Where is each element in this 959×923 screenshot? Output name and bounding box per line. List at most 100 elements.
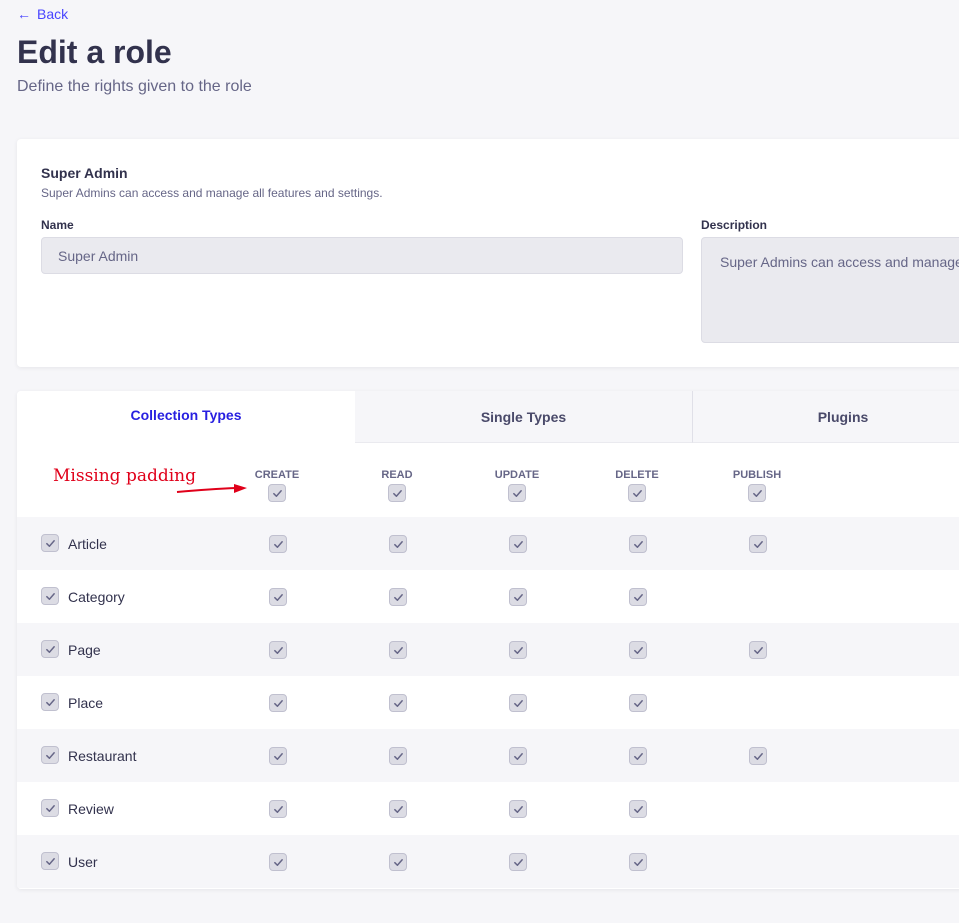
- check-icon: [393, 540, 403, 548]
- row-select-checkbox[interactable]: [41, 587, 59, 605]
- select-all-delete-checkbox[interactable]: [628, 484, 646, 502]
- create-checkbox[interactable]: [269, 694, 287, 712]
- row-select-checkbox[interactable]: [41, 640, 59, 658]
- row-label: Place: [68, 694, 104, 711]
- create-checkbox[interactable]: [269, 853, 287, 871]
- select-all-publish-checkbox[interactable]: [748, 484, 766, 502]
- row-label: Restaurant: [68, 747, 137, 764]
- column-header-update: UPDATE: [494, 469, 540, 481]
- table-row: User: [17, 835, 959, 888]
- row-select-checkbox[interactable]: [41, 746, 59, 764]
- table-row: Category: [17, 570, 959, 623]
- check-icon: [393, 752, 403, 760]
- check-icon: [513, 858, 523, 866]
- read-checkbox[interactable]: [389, 694, 407, 712]
- read-checkbox[interactable]: [389, 535, 407, 553]
- row-select-checkbox[interactable]: [41, 693, 59, 711]
- column-header-create: CREATE: [254, 469, 300, 481]
- check-icon: [393, 858, 403, 866]
- row-select-checkbox[interactable]: [41, 852, 59, 870]
- update-checkbox[interactable]: [509, 800, 527, 818]
- check-icon: [273, 752, 283, 760]
- check-icon: [633, 699, 643, 707]
- check-icon: [633, 752, 643, 760]
- publish-checkbox[interactable]: [749, 747, 767, 765]
- create-checkbox[interactable]: [269, 747, 287, 765]
- select-all-create-checkbox[interactable]: [268, 484, 286, 502]
- role-info-card: Super Admin Super Admins can access and …: [17, 139, 959, 367]
- update-checkbox[interactable]: [509, 694, 527, 712]
- delete-checkbox[interactable]: [629, 588, 647, 606]
- delete-checkbox[interactable]: [629, 535, 647, 553]
- tab-plugins[interactable]: Plugins: [693, 391, 959, 443]
- check-icon: [632, 489, 642, 497]
- update-checkbox[interactable]: [509, 588, 527, 606]
- check-icon: [273, 593, 283, 601]
- delete-checkbox[interactable]: [629, 800, 647, 818]
- check-icon: [393, 699, 403, 707]
- check-icon: [752, 489, 762, 497]
- check-icon: [45, 751, 55, 759]
- check-icon: [272, 489, 282, 497]
- publish-checkbox[interactable]: [749, 535, 767, 553]
- role-description-text: Super Admins can access and manage all f…: [41, 186, 383, 200]
- back-link[interactable]: ← Back: [17, 6, 68, 22]
- delete-checkbox[interactable]: [629, 853, 647, 871]
- select-all-update-checkbox[interactable]: [508, 484, 526, 502]
- table-row: Article: [17, 517, 959, 570]
- page-title: Edit a role: [17, 34, 172, 70]
- row-label: Article: [68, 535, 107, 552]
- back-label: Back: [37, 6, 69, 22]
- read-checkbox[interactable]: [389, 853, 407, 871]
- role-name-heading: Super Admin: [41, 165, 128, 181]
- annotation-arrow-icon: [176, 484, 247, 493]
- read-checkbox[interactable]: [389, 747, 407, 765]
- update-checkbox[interactable]: [509, 853, 527, 871]
- publish-checkbox[interactable]: [749, 641, 767, 659]
- check-icon: [45, 857, 55, 865]
- check-icon: [45, 804, 55, 812]
- check-icon: [45, 592, 55, 600]
- check-icon: [513, 540, 523, 548]
- create-checkbox[interactable]: [269, 641, 287, 659]
- check-icon: [273, 805, 283, 813]
- check-icon: [513, 805, 523, 813]
- arrow-left-icon: ←: [17, 6, 31, 22]
- read-checkbox[interactable]: [389, 588, 407, 606]
- check-icon: [392, 489, 402, 497]
- row-select-checkbox[interactable]: [41, 534, 59, 552]
- delete-checkbox[interactable]: [629, 641, 647, 659]
- check-icon: [273, 646, 283, 654]
- create-checkbox[interactable]: [269, 535, 287, 553]
- check-icon: [393, 805, 403, 813]
- page-subtitle: Define the rights given to the role: [17, 78, 252, 95]
- description-textarea[interactable]: Super Admins can access and manage all f…: [701, 237, 959, 343]
- table-row: Place: [17, 676, 959, 729]
- tab-single-types[interactable]: Single Types: [355, 391, 693, 443]
- name-input[interactable]: Super Admin: [41, 237, 683, 274]
- tab-collection-types[interactable]: Collection Types: [17, 391, 355, 443]
- update-checkbox[interactable]: [509, 641, 527, 659]
- column-header-publish: PUBLISH: [732, 469, 782, 481]
- check-icon: [45, 698, 55, 706]
- update-checkbox[interactable]: [509, 535, 527, 553]
- check-icon: [633, 858, 643, 866]
- read-checkbox[interactable]: [389, 800, 407, 818]
- column-header-read: READ: [381, 469, 413, 481]
- delete-checkbox[interactable]: [629, 694, 647, 712]
- row-select-checkbox[interactable]: [41, 799, 59, 817]
- select-all-read-checkbox[interactable]: [388, 484, 406, 502]
- create-checkbox[interactable]: [269, 800, 287, 818]
- create-checkbox[interactable]: [269, 588, 287, 606]
- check-icon: [273, 858, 283, 866]
- check-icon: [512, 489, 522, 497]
- check-icon: [753, 646, 763, 654]
- update-checkbox[interactable]: [509, 747, 527, 765]
- check-icon: [513, 593, 523, 601]
- delete-checkbox[interactable]: [629, 747, 647, 765]
- check-icon: [273, 699, 283, 707]
- annotation-text: Missing padding: [53, 466, 197, 486]
- table-row: Restaurant: [17, 729, 959, 782]
- read-checkbox[interactable]: [389, 641, 407, 659]
- table-row: Page: [17, 623, 959, 676]
